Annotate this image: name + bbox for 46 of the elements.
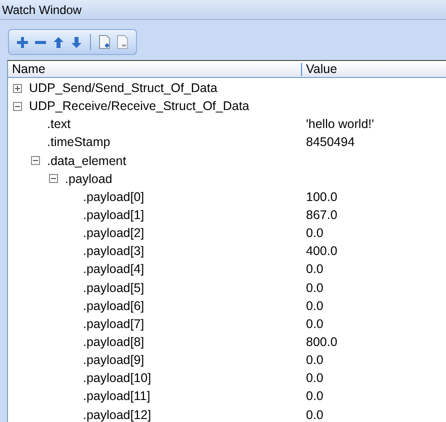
tree-item[interactable]: .payload[7] xyxy=(83,316,144,331)
tree-item[interactable]: UDP_Send/Send_Struct_Of_Data xyxy=(29,81,218,96)
collapse-icon[interactable] xyxy=(49,174,58,184)
tree-item[interactable]: .payload[10] xyxy=(83,371,152,386)
tree-item[interactable]: .payload[11] xyxy=(83,389,150,404)
down-arrow-icon[interactable] xyxy=(69,34,84,50)
tree-item[interactable]: .payload[6] xyxy=(83,298,144,313)
tree-item[interactable]: .payload[0] xyxy=(83,190,144,204)
value-text: 0.0 xyxy=(305,298,324,313)
value-text: 100.0 xyxy=(305,190,338,204)
value-text: 0.0 xyxy=(305,389,324,404)
column-header[interactable]: Name xyxy=(8,62,301,76)
up-arrow-icon[interactable] xyxy=(51,34,66,50)
tree-item[interactable]: UDP_Receive/Receive_Struct_Of_Data xyxy=(29,99,250,114)
value-text: 800.0 xyxy=(305,335,338,350)
value-text: 0.0 xyxy=(305,316,324,331)
tree-item[interactable]: .payload[12] xyxy=(83,408,152,422)
tree-item[interactable]: .payload[8] xyxy=(83,335,144,350)
tree-item[interactable]: .text xyxy=(47,117,71,132)
tree-item[interactable]: .payload[5] xyxy=(83,280,144,295)
tree-item[interactable]: .payload[2] xyxy=(83,226,144,240)
tree-item[interactable]: .data_element xyxy=(47,154,126,168)
value-text: 0.0 xyxy=(305,371,324,386)
expand-icon[interactable] xyxy=(13,84,22,93)
value-text: 8450494 xyxy=(305,135,355,150)
value-text: 867.0 xyxy=(305,208,338,222)
collapse-icon[interactable] xyxy=(13,102,22,111)
value-text: 0.0 xyxy=(305,226,324,240)
value-text: 400.0 xyxy=(305,244,338,258)
tree-item[interactable]: .payload[9] xyxy=(83,353,144,368)
tree-item[interactable]: .payload[4] xyxy=(83,262,144,276)
tree-item[interactable]: .timeStamp xyxy=(47,135,110,150)
tree-item[interactable]: .payload[1] xyxy=(83,208,144,222)
value-text: 'hello world!' xyxy=(305,117,374,132)
collapse-icon[interactable] xyxy=(31,156,40,166)
add-document-icon[interactable] xyxy=(97,34,112,50)
column-header[interactable]: Value xyxy=(301,62,338,76)
value-text: 0.0 xyxy=(305,408,324,422)
value-text: 0.0 xyxy=(305,353,324,368)
tree-item[interactable]: .payload xyxy=(65,172,112,186)
value-text: 0.0 xyxy=(305,280,324,295)
remove-document-icon[interactable] xyxy=(115,34,130,50)
value-text: 0.0 xyxy=(305,262,324,276)
tree-item[interactable]: .payload[3] xyxy=(83,244,144,258)
window-title: Watch Window xyxy=(1,2,82,16)
plus-icon[interactable] xyxy=(15,34,30,50)
